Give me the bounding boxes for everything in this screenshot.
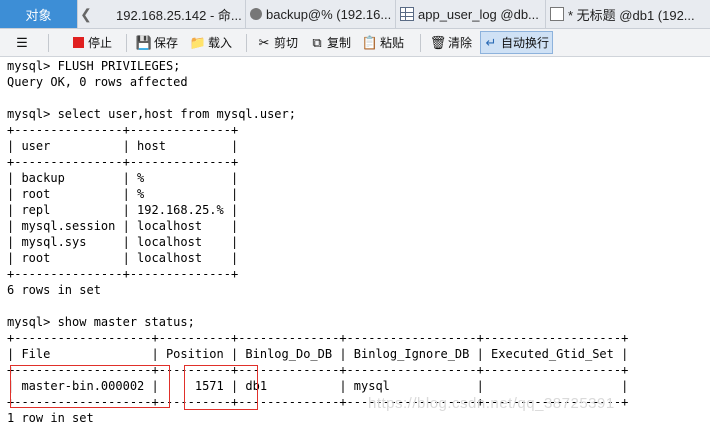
console-output[interactable]: mysql> FLUSH PRIVILEGES; Query OK, 0 rows… [0,57,710,423]
toolbar-divider [246,34,247,52]
stop-icon [71,36,85,50]
word-wrap-label: 自动换行 [501,36,550,50]
table-icon [400,7,414,21]
console-line: +---------------+--------------+ [7,123,239,137]
tab-objects[interactable]: 对象 [0,0,78,28]
clear-button[interactable]: 🗑 清除 [428,31,475,54]
query-icon [550,7,564,21]
save-button[interactable]: 💾 保存 [134,31,181,54]
copy-icon: ⧉ [312,34,322,50]
console-line: +---------------+--------------+ [7,155,239,169]
folder-icon: 📁 [189,34,207,50]
cut-label: 剪切 [274,36,299,50]
copy-label: 复制 [327,36,352,50]
stop-label: 停止 [88,36,113,50]
tab-table[interactable]: app_user_log @db... [396,0,546,28]
console-line: | mysql.sys | localhost | [7,235,239,249]
tab-user[interactable]: backup@% (192.16... [246,0,396,28]
console-line: 6 rows in set [7,283,101,297]
scissors-icon: ✂ [258,34,270,50]
tab-label: app_user_log @db... [418,6,539,22]
paste-icon: 📋 [361,34,379,50]
toolbar-divider [126,34,127,52]
console-line: | user | host | [7,139,239,153]
toolbar-divider [48,34,49,52]
tab-label: 对象 [25,7,52,23]
tab-label: backup@% (192.16... [266,6,392,22]
save-icon: 💾 [135,34,153,50]
tab-label: 192.168.25.142 - 命... [116,7,242,23]
chevron-left-icon[interactable]: ❮ [78,0,94,28]
save-label: 保存 [154,36,179,50]
console-line: mysql> show master status; [7,315,195,329]
toolbar: ☰ 停止 💾 保存 📁 载入 ✂ 剪切 ⧉ 复制 📋 粘贴 🗑 清除 ↵ 自动换… [0,29,710,57]
load-label: 载入 [208,36,233,50]
console-line: Query OK, 0 rows affected [7,75,188,89]
hamburger-icon: ☰ [16,34,28,50]
load-button[interactable]: 📁 载入 [188,31,235,54]
tab-bar: 对象 ❮ 192.168.25.142 - 命... backup@% (192… [0,0,710,29]
trash-icon: 🗑 [429,34,447,50]
copy-button[interactable]: ⧉ 复制 [307,31,354,54]
cut-button[interactable]: ✂ 剪切 [254,31,301,54]
console-line: mysql> FLUSH PRIVILEGES; [7,59,181,73]
watermark: https://blog.csdn.net/qq_38725391 [368,395,615,412]
console-line: 1 row in set [7,411,94,423]
menu-button[interactable]: ☰ [12,31,32,54]
console-line: | backup | % | [7,171,239,185]
stop-button[interactable]: 停止 [68,31,115,54]
word-wrap-icon: ↵ [485,34,497,50]
tab-terminal[interactable]: 192.168.25.142 - 命... [94,0,246,28]
console-line: | root | localhost | [7,251,239,265]
highlight-file-box [10,365,170,408]
console-line: | mysql.session | localhost | [7,219,239,233]
paste-button[interactable]: 📋 粘贴 [360,31,407,54]
word-wrap-toggle[interactable]: ↵ 自动换行 [480,31,554,54]
highlight-position-box [184,365,258,410]
console-line: | root | % | [7,187,239,201]
toolbar-divider [420,34,421,52]
user-icon [250,8,262,20]
paste-label: 粘贴 [380,36,405,50]
console-line: | File | Position | Binlog_Do_DB | Binlo… [7,347,629,361]
tab-query[interactable]: * 无标题 @db1 (192... [546,0,710,28]
tab-label: * 无标题 @db1 (192... [568,7,695,23]
clear-label: 清除 [448,36,473,50]
console-line: | repl | 192.168.25.% | [7,203,239,217]
console-line: +---------------+--------------+ [7,267,239,281]
console-line: mysql> select user,host from mysql.user; [7,107,296,121]
console-line: +-------------------+----------+--------… [7,331,629,345]
